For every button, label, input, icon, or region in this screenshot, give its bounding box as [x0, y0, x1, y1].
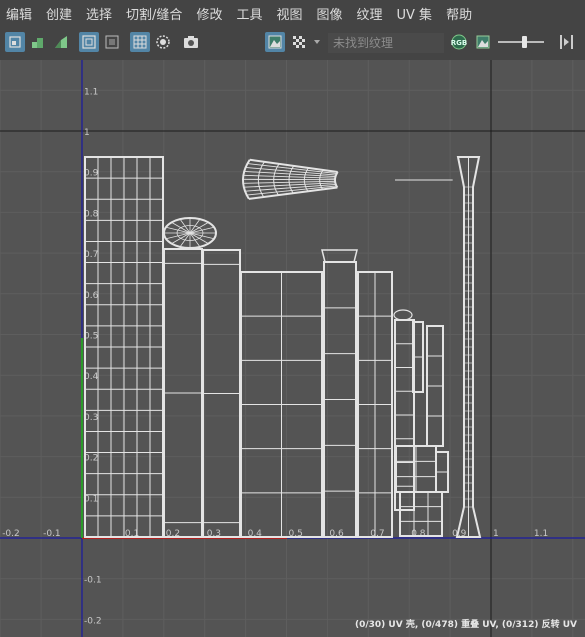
menu-bar: 编辑 创建 选择 切割/缝合 修改 工具 视图 图像 纹理 UV 集 帮助 — [0, 0, 585, 26]
uv-shell-column-a — [163, 248, 203, 538]
rgb-channels-icon[interactable]: RGB — [449, 32, 469, 52]
uv-shell-disc — [163, 217, 217, 249]
uv-shell-select-icon[interactable] — [5, 32, 25, 52]
menu-edit[interactable]: 编辑 — [0, 4, 40, 23]
uv-shell-small-e — [435, 451, 449, 493]
axis-label-v: 0.2 — [84, 454, 98, 464]
uv-shell-fan — [242, 158, 453, 200]
axis-label-v: 0.7 — [84, 250, 98, 260]
axis-label-v: 0.1 — [84, 494, 98, 504]
menu-create[interactable]: 创建 — [40, 4, 80, 23]
axis-label-v: 0.5 — [84, 332, 98, 342]
frame-icon[interactable] — [102, 32, 122, 52]
axis-label-v: 0.8 — [84, 209, 99, 219]
svg-text:RGB: RGB — [451, 39, 467, 47]
menu-modify[interactable]: 修改 — [190, 4, 230, 23]
menu-uv-sets[interactable]: UV 集 — [391, 4, 441, 23]
uv-canvas[interactable]: -0.2 -0.1 0.1 0.2 0.3 0.4 0.5 0.6 0.7 0.8 0.9 1 1.1 1… — [0, 60, 585, 637]
uv-toolbar: RGB — [0, 28, 585, 58]
exposure-slider[interactable] — [496, 32, 546, 52]
axis-label-v: 1 — [84, 128, 90, 138]
axis-label-v: 0.3 — [84, 413, 98, 423]
axis-label-v: 0.6 — [84, 291, 99, 301]
uv-statistics-text: (0/30) UV 壳, (0/478) 重叠 UV, (0/312) 反转 U… — [355, 620, 577, 630]
image-display-icon[interactable] — [265, 32, 285, 52]
uv-shell-small-a — [394, 319, 415, 511]
uv-shell-small-d — [395, 445, 437, 493]
axis-label-u: 1 — [493, 529, 499, 539]
isolate-select-icon[interactable] — [79, 32, 99, 52]
gamma-arrows-icon[interactable] — [553, 32, 577, 52]
shaded-circle-icon[interactable] — [153, 32, 173, 52]
texture-name-field[interactable]: 未找到纹理 — [328, 33, 444, 53]
axis-label-u: -0.1 — [43, 529, 61, 539]
menu-tools[interactable]: 工具 — [230, 4, 270, 23]
uv-shells — [84, 156, 482, 538]
uv-grid-snap-icon[interactable] — [28, 32, 48, 52]
dropdown-arrow-icon[interactable] — [311, 32, 323, 52]
axis-label-u: 0.8 — [411, 529, 426, 539]
axis-label-v: 0.9 — [84, 169, 99, 179]
axis-label-u: 1.1 — [534, 529, 548, 539]
axis-label-v: -0.2 — [84, 616, 102, 626]
menu-help[interactable]: 帮助 — [440, 4, 480, 23]
uv-distort-icon[interactable] — [51, 32, 71, 52]
menu-image[interactable]: 图像 — [310, 4, 350, 23]
menu-cut-sew[interactable]: 切割/缝合 — [120, 4, 190, 23]
uv-shell-small-c — [426, 325, 444, 447]
axis-label-u: -0.2 — [2, 529, 20, 539]
axis-label-v: 0.4 — [84, 372, 99, 382]
snapshot-icon[interactable] — [181, 32, 201, 52]
checker-pattern-icon[interactable] — [289, 32, 309, 52]
uv-shell-column-b — [202, 249, 241, 538]
alpha-image-icon[interactable] — [473, 32, 493, 52]
menu-view[interactable]: 视图 — [270, 4, 310, 23]
axis-label-v: 1.1 — [84, 87, 98, 97]
axis-label-v: -0.1 — [84, 576, 102, 586]
menu-textures[interactable]: 纹理 — [351, 4, 391, 23]
uv-editor-viewport[interactable]: -0.2 -0.1 0.1 0.2 0.3 0.4 0.5 0.6 0.7 0.8 0.9 1 1.1 1… — [0, 60, 585, 637]
menu-select[interactable]: 选择 — [80, 4, 120, 23]
uv-shell-pillar — [323, 261, 357, 538]
checker-grid-icon[interactable] — [130, 32, 150, 52]
uv-shell-thin-tower — [455, 156, 482, 538]
